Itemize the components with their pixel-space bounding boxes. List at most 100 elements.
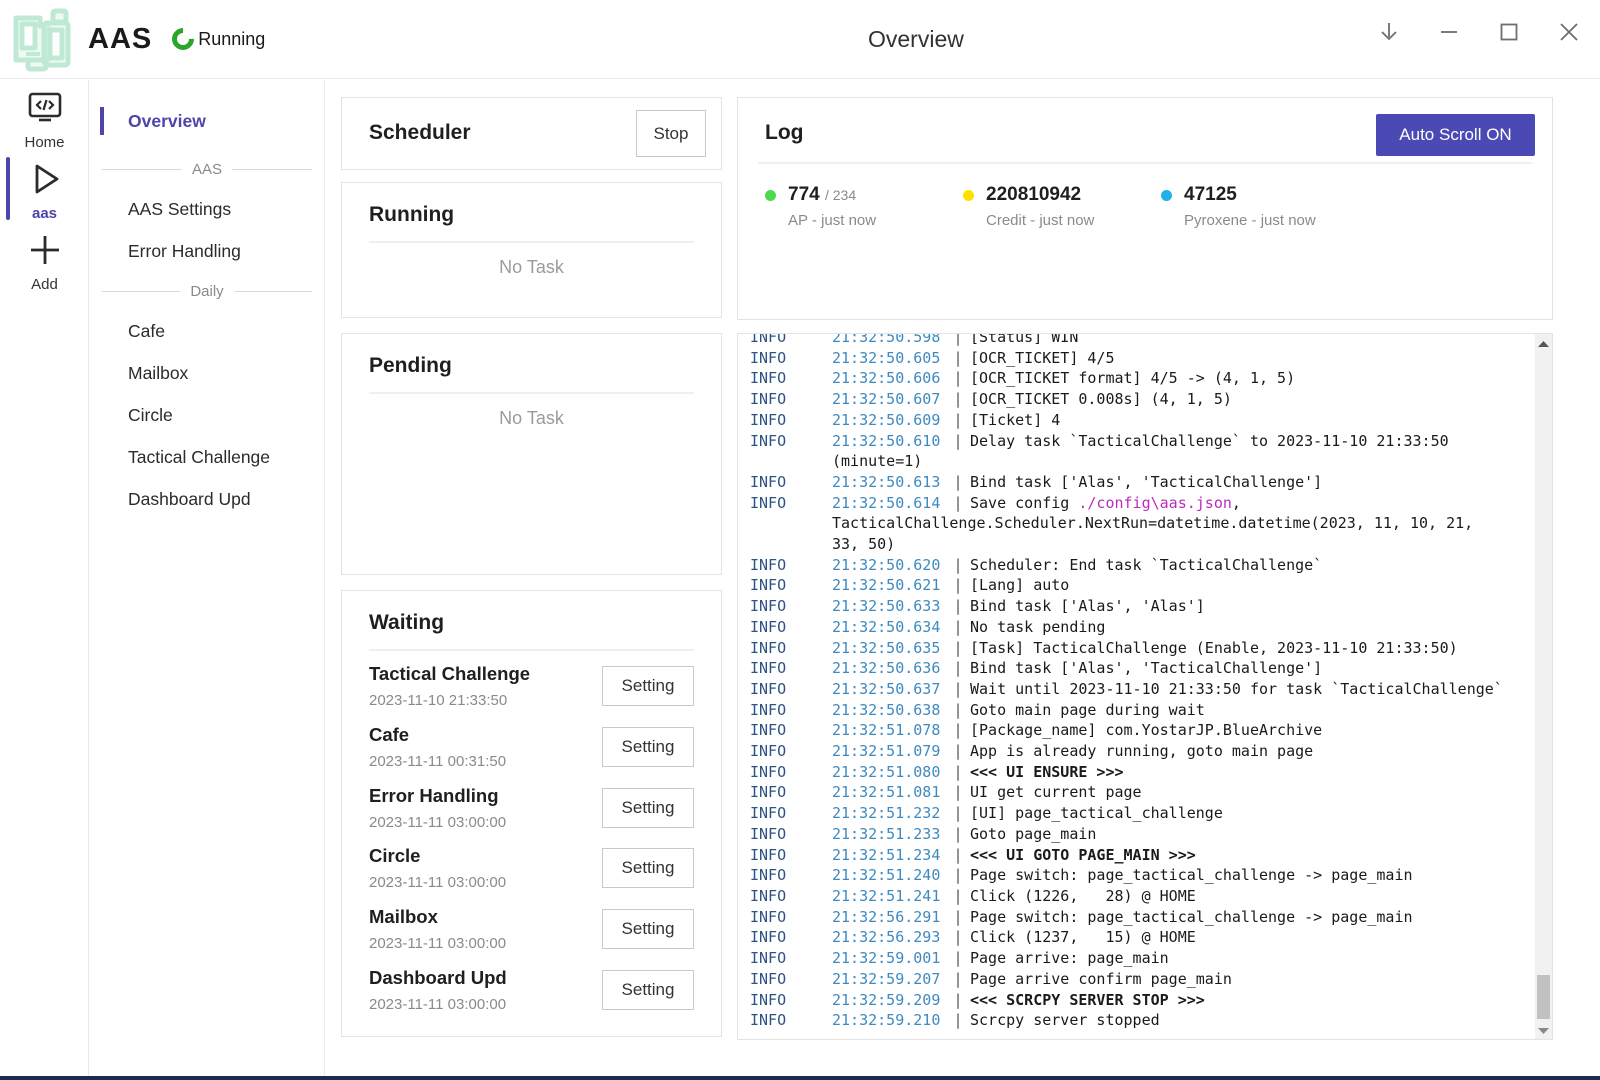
log-line: INFO21:32:50.610|Delay task `TacticalCha… xyxy=(750,431,1535,452)
sidebar-item-circle[interactable]: Circle xyxy=(90,394,324,436)
log-line: INFO21:32:59.207|Page arrive confirm pag… xyxy=(750,969,1535,990)
scrollbar-thumb[interactable] xyxy=(1537,975,1550,1019)
task-setting-button[interactable]: Setting xyxy=(602,666,694,706)
maximize-button[interactable] xyxy=(1496,19,1522,45)
pending-card: Pending No Task xyxy=(341,333,722,575)
running-empty-text: No Task xyxy=(342,257,721,278)
log-message: Page switch: page_tactical_challenge -> … xyxy=(970,907,1413,928)
nav-rail-item-home[interactable]: Home xyxy=(0,80,89,151)
task-setting-button[interactable]: Setting xyxy=(602,727,694,767)
log-message: [Task] TacticalChallenge (Enable, 2023-1… xyxy=(970,638,1458,659)
log-line: INFO21:32:50.598|[Status] WIN xyxy=(750,334,1535,348)
play-icon xyxy=(25,159,65,199)
waiting-title: Waiting xyxy=(369,611,444,635)
log-message: Click (1237, 15) @ HOME xyxy=(970,927,1196,948)
log-message: TacticalChallenge.Scheduler.NextRun=date… xyxy=(832,513,1473,534)
log-message: Wait until 2023-11-10 21:33:50 for task … xyxy=(970,679,1503,700)
log-message: 33, 50) xyxy=(832,534,895,555)
sidebar-item-overview[interactable]: Overview xyxy=(90,104,324,138)
task-setting-button[interactable]: Setting xyxy=(602,970,694,1010)
nav-rail-item-add[interactable]: Add xyxy=(0,222,89,293)
log-level: INFO xyxy=(750,865,832,886)
log-output-panel: INFO21:32:50.598|[Status] WININFO21:32:5… xyxy=(737,333,1553,1040)
log-line: INFO21:32:50.609|[Ticket] 4 xyxy=(750,410,1535,431)
task-setting-button[interactable]: Setting xyxy=(602,848,694,888)
log-message: [OCR_TICKET 0.008s] (4, 1, 5) xyxy=(970,389,1232,410)
sidebar-section-divider: AAS xyxy=(90,150,324,188)
log-separator: | xyxy=(946,389,970,410)
sidebar-item-label: Error Handling xyxy=(128,241,241,262)
auto-scroll-button[interactable]: Auto Scroll ON xyxy=(1376,114,1535,156)
log-timestamp: 21:32:59.001 xyxy=(832,948,946,969)
minimize-button[interactable] xyxy=(1436,19,1462,45)
log-line: INFO21:32:51.240|Page switch: page_tacti… xyxy=(750,865,1535,886)
running-card: Running No Task xyxy=(341,182,722,318)
dashboard-stats: 774 / 234AP - just now220810942Credit - … xyxy=(765,184,1359,229)
log-timestamp: 21:32:50.621 xyxy=(832,575,946,596)
log-message: [Status] WIN xyxy=(970,334,1078,348)
sidebar-item-aas-settings[interactable]: AAS Settings xyxy=(90,188,324,230)
log-level: INFO xyxy=(750,990,832,1011)
log-message: Click (1226, 28) @ HOME xyxy=(970,886,1196,907)
log-line: INFO21:32:59.001|Page arrive: page_main xyxy=(750,948,1535,969)
log-separator: | xyxy=(946,741,970,762)
log-line: INFO21:32:50.620|Scheduler: End task `Ta… xyxy=(750,555,1535,576)
scroll-down-icon[interactable] xyxy=(1535,1022,1552,1039)
log-timestamp: 21:32:51.232 xyxy=(832,803,946,824)
log-message: <<< UI ENSURE >>> xyxy=(970,762,1124,783)
log-level: INFO xyxy=(750,679,832,700)
log-separator: | xyxy=(946,555,970,576)
log-level: INFO xyxy=(750,410,832,431)
log-separator: | xyxy=(946,845,970,866)
nav-rail-label: Add xyxy=(31,276,58,293)
log-separator: | xyxy=(946,720,970,741)
log-timestamp: 21:32:51.079 xyxy=(832,741,946,762)
waiting-task-row: Circle2023-11-11 03:00:00Setting xyxy=(369,839,706,900)
sidebar-item-mailbox[interactable]: Mailbox xyxy=(90,352,324,394)
log-timestamp: 21:32:50.633 xyxy=(832,596,946,617)
close-button[interactable] xyxy=(1556,19,1582,45)
divider xyxy=(758,162,1532,164)
log-separator: | xyxy=(946,493,970,514)
log-level: INFO xyxy=(750,948,832,969)
log-separator: | xyxy=(946,782,970,803)
log-timestamp: 21:32:50.620 xyxy=(832,555,946,576)
update-download-icon[interactable] xyxy=(1376,19,1402,45)
stat-label: Credit - just now xyxy=(986,212,1094,229)
sidebar-item-dashboard-upd[interactable]: Dashboard Upd xyxy=(90,478,324,520)
log-timestamp: 21:32:50.637 xyxy=(832,679,946,700)
log-line: INFO21:32:51.241|Click (1226, 28) @ HOME xyxy=(750,886,1535,907)
sidebar-item-cafe[interactable]: Cafe xyxy=(90,310,324,352)
log-level: INFO xyxy=(750,824,832,845)
sidebar-item-label: Tactical Challenge xyxy=(128,447,270,468)
log-scrollbar[interactable] xyxy=(1535,334,1552,1040)
sidebar-item-label: Overview xyxy=(128,111,206,132)
log-line-continuation: (minute=1) xyxy=(750,451,1535,472)
log-separator: | xyxy=(946,348,970,369)
log-level: INFO xyxy=(750,845,832,866)
stat-item: 774 / 234AP - just now xyxy=(765,184,963,229)
scroll-up-icon[interactable] xyxy=(1535,336,1552,353)
log-level: INFO xyxy=(750,720,832,741)
stop-button[interactable]: Stop xyxy=(636,110,706,157)
log-level: INFO xyxy=(750,658,832,679)
nav-rail-item-aas[interactable]: aas xyxy=(0,151,89,222)
log-timestamp: 21:32:50.634 xyxy=(832,617,946,638)
active-indicator xyxy=(100,107,104,135)
sidebar-item-tactical-challenge[interactable]: Tactical Challenge xyxy=(90,436,324,478)
log-message: Goto page_main xyxy=(970,824,1096,845)
running-spinner-icon xyxy=(168,23,199,54)
sidebar-item-error-handling[interactable]: Error Handling xyxy=(90,230,324,272)
log-level: INFO xyxy=(750,969,832,990)
waiting-task-list: Tactical Challenge2023-11-10 21:33:50Set… xyxy=(369,657,706,1022)
log-message: [Ticket] 4 xyxy=(970,410,1060,431)
stat-value: 774 / 234 xyxy=(788,184,876,206)
log-separator: | xyxy=(946,927,970,948)
log-message: [OCR_TICKET format] 4/5 -> (4, 1, 5) xyxy=(970,368,1295,389)
log-scroll-area[interactable]: INFO21:32:50.598|[Status] WININFO21:32:5… xyxy=(738,334,1535,1039)
task-setting-button[interactable]: Setting xyxy=(602,909,694,949)
stat-item: 220810942Credit - just now xyxy=(963,184,1161,229)
task-setting-button[interactable]: Setting xyxy=(602,788,694,828)
sidebar-section-divider: Daily xyxy=(90,272,324,310)
log-timestamp: 21:32:50.635 xyxy=(832,638,946,659)
